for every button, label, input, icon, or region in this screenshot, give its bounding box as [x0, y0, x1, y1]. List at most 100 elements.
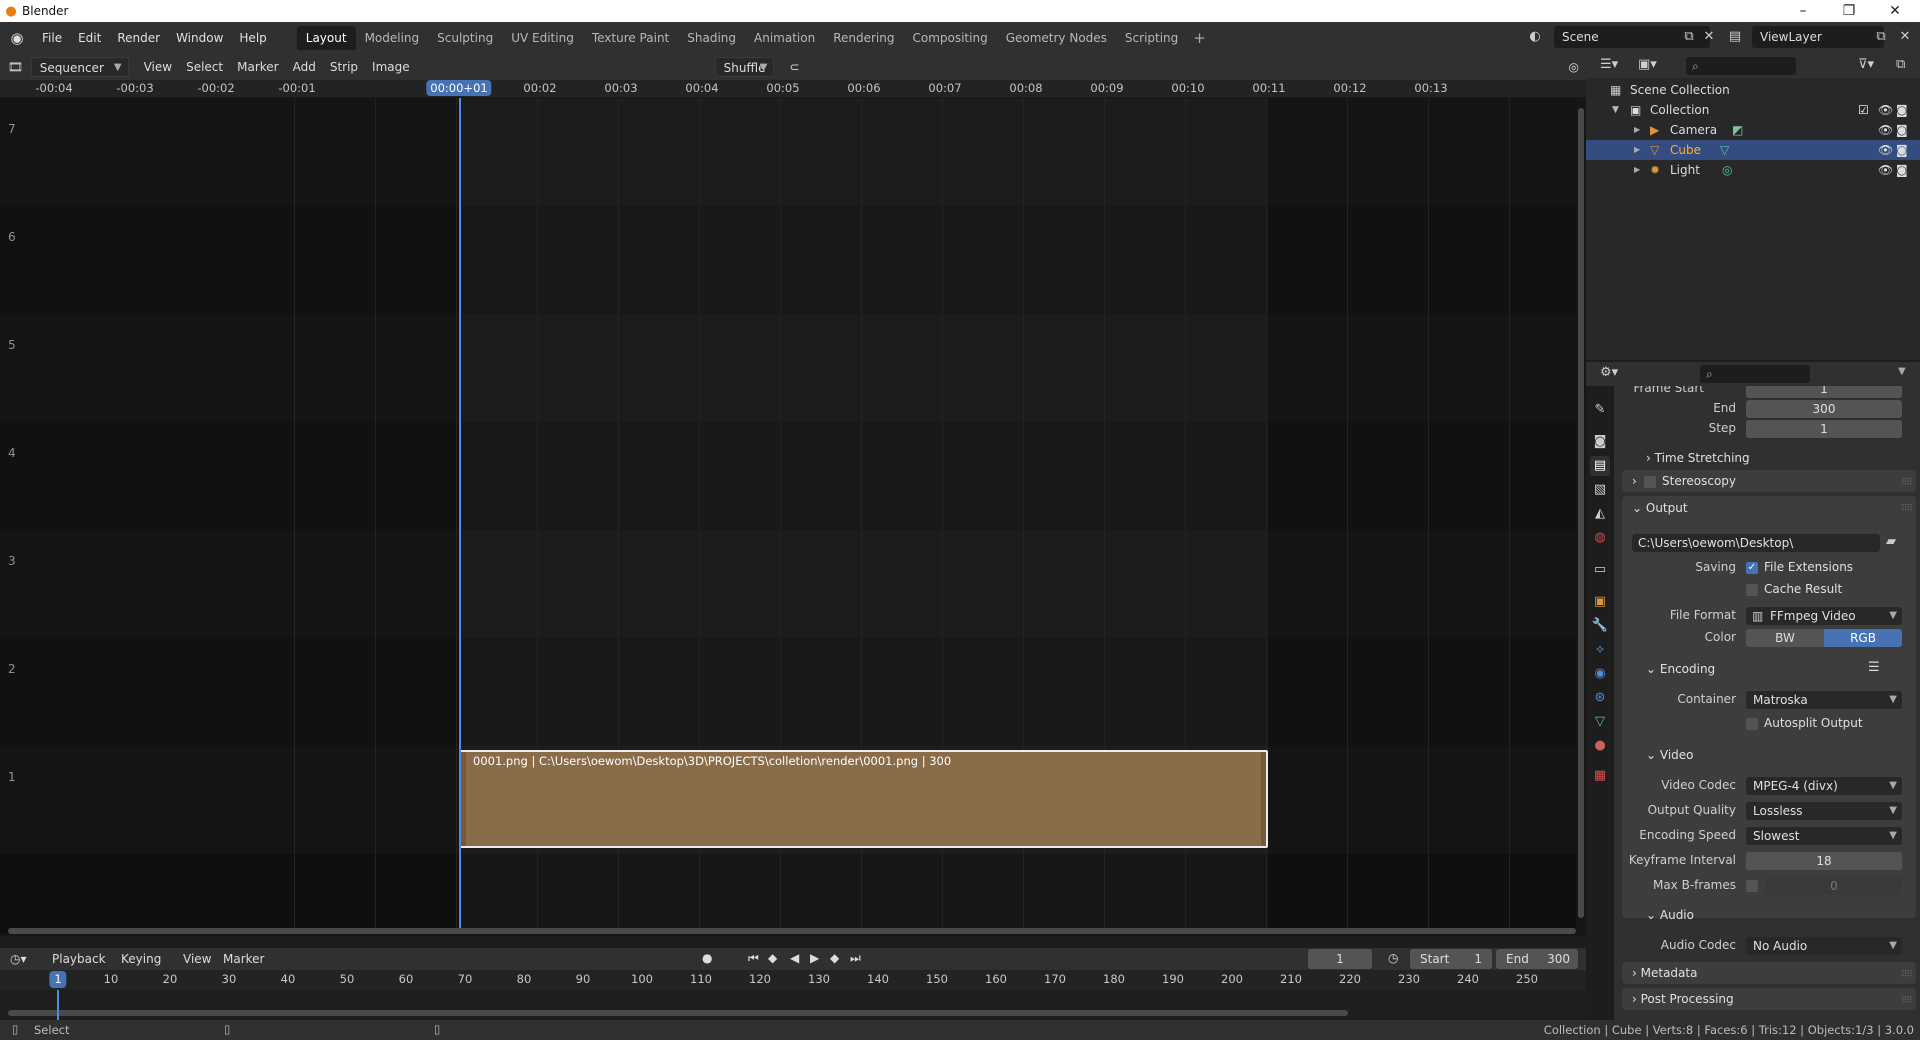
frame-end-field[interactable]: 300	[1746, 400, 1902, 418]
record-icon[interactable]: ●	[702, 951, 712, 965]
strip-right-handle[interactable]	[1261, 752, 1266, 846]
time-stretching-panel[interactable]: › Time Stretching	[1646, 451, 1750, 465]
data-tab-icon[interactable]: ▽	[1590, 712, 1610, 732]
material-tab-icon[interactable]: ●	[1590, 736, 1610, 756]
current-frame-field[interactable]: 1	[1308, 949, 1372, 969]
timeline-ruler[interactable]: 1 10 20 30 40 50 60 70 80 90 100 110 120 130 140 150 160…	[0, 970, 1586, 990]
tab-shading[interactable]: Shading	[678, 26, 745, 50]
jump-start-icon[interactable]: ⏮	[748, 951, 759, 966]
chevron-down-icon[interactable]: ▼	[1898, 366, 1906, 377]
eye-icon[interactable]: 👁	[1878, 120, 1893, 140]
color-rgb-button[interactable]: RGB	[1824, 629, 1902, 647]
autosplit-checkbox[interactable]	[1746, 718, 1758, 730]
filter-icon[interactable]: ⊽▾	[1858, 57, 1874, 72]
timeline-editor-icon[interactable]: ◷▾	[10, 949, 40, 969]
overlay-icon[interactable]: ◎	[1562, 57, 1586, 77]
stereoscopy-checkbox[interactable]	[1644, 476, 1656, 488]
tab-uv-editing[interactable]: UV Editing	[502, 26, 583, 50]
render-tab-icon[interactable]: ◙	[1590, 432, 1610, 452]
eye-icon[interactable]: 👁	[1878, 160, 1893, 180]
snap-icon[interactable]: ⊂	[782, 57, 806, 77]
object-tab-icon[interactable]: ▣	[1590, 592, 1610, 612]
display-mode-icon[interactable]: ▣▾	[1638, 57, 1657, 72]
drag-grip-icon[interactable]: ⠿⠿	[1901, 970, 1913, 980]
time-ruler[interactable]: -00:05-00:04-00:03-00:02-00:0100:0100:02…	[0, 80, 1586, 98]
tab-texture-paint[interactable]: Texture Paint	[583, 26, 678, 50]
play-icon[interactable]: ▶	[810, 951, 819, 965]
delete-view-layer-icon[interactable]: ✕	[1894, 27, 1916, 47]
view-layer-field[interactable]: ViewLayer	[1752, 26, 1884, 48]
output-quality-dropdown[interactable]: Lossless ▼	[1746, 802, 1902, 820]
timeline-current-frame[interactable]: 1	[49, 971, 67, 988]
expand-arrow-icon[interactable]: ▶	[1634, 160, 1640, 180]
output-header[interactable]: ⌄ Output	[1632, 501, 1688, 515]
tab-compositing[interactable]: Compositing	[903, 26, 996, 50]
current-time-indicator[interactable]: 00:00+01	[426, 80, 492, 96]
collection-tab-icon[interactable]: ▭	[1590, 560, 1610, 580]
container-dropdown[interactable]: Matroska ▼	[1746, 691, 1902, 709]
overlap-mode-dropdown[interactable]: Shuffle ▼	[714, 57, 775, 77]
tab-geometry-nodes[interactable]: Geometry Nodes	[997, 26, 1116, 50]
close-button[interactable]: ✕	[1872, 0, 1918, 22]
tab-modeling[interactable]: Modeling	[356, 26, 429, 50]
delete-scene-icon[interactable]: ✕	[1698, 27, 1720, 47]
collection-row[interactable]: ▼ ▣ Collection ☑ 👁 ◙	[1586, 100, 1920, 120]
menu-image[interactable]: Image	[365, 57, 417, 77]
sequencer-area[interactable]: 7 6 5 4 3 2 1 0001.png | C:\Users\oewom\Desktop…	[0, 98, 1586, 936]
metadata-header[interactable]: › Metadata	[1632, 966, 1697, 980]
encoding-speed-dropdown[interactable]: Slowest ▼	[1746, 827, 1902, 845]
menu-view[interactable]: View	[183, 949, 211, 969]
expand-arrow-icon[interactable]: ▼	[1612, 100, 1619, 120]
timeline-playhead[interactable]	[57, 990, 59, 1021]
menu-keying[interactable]: Keying	[121, 949, 161, 969]
particles-tab-icon[interactable]: ⟡	[1590, 640, 1610, 660]
keyframe-interval-field[interactable]: 18	[1746, 852, 1902, 870]
menu-select[interactable]: Select	[179, 57, 230, 77]
output-tab-icon[interactable]: ▤	[1590, 456, 1610, 476]
encoding-header[interactable]: ⌄ Encoding	[1646, 662, 1715, 676]
tab-animation[interactable]: Animation	[745, 26, 824, 50]
menu-marker[interactable]: Marker	[230, 57, 285, 77]
properties-editor-icon[interactable]: ⚙▾	[1600, 365, 1618, 380]
camera-render-icon[interactable]: ◙	[1896, 140, 1908, 160]
color-bw-button[interactable]: BW	[1746, 629, 1824, 647]
tool-tab-icon[interactable]: ✎	[1590, 400, 1610, 420]
scene-tab-icon[interactable]: ◭	[1590, 504, 1610, 524]
new-scene-icon[interactable]: ⧉	[1678, 27, 1700, 47]
properties-search-input[interactable]: ⌕	[1700, 365, 1810, 383]
menu-window[interactable]: Window	[168, 27, 231, 49]
menu-help[interactable]: Help	[231, 27, 274, 49]
drag-grip-icon[interactable]: ⠿⠿	[1901, 504, 1913, 514]
camera-render-icon[interactable]: ◙	[1896, 120, 1908, 140]
stereoscopy-header[interactable]: ›	[1632, 474, 1637, 488]
presets-list-icon[interactable]: ☰	[1868, 660, 1880, 675]
play-reverse-icon[interactable]: ◀	[790, 951, 799, 965]
timeline-body[interactable]	[0, 990, 1586, 1021]
camera-render-icon[interactable]: ◙	[1896, 160, 1908, 180]
frame-step-field[interactable]: 1	[1746, 420, 1902, 438]
expand-arrow-icon[interactable]: ▶	[1634, 140, 1640, 160]
eye-icon[interactable]: 👁	[1878, 140, 1893, 160]
timeline-scrollbar[interactable]	[8, 1010, 1348, 1016]
outliner-item-light[interactable]: ▶ ✹ Light ◎ 👁 ◙	[1586, 160, 1920, 180]
strip-left-handle[interactable]	[461, 752, 466, 846]
menu-add[interactable]: Add	[286, 57, 323, 77]
modifier-tab-icon[interactable]: 🔧	[1590, 616, 1610, 636]
video-codec-dropdown[interactable]: MPEG-4 (divx) ▼	[1746, 777, 1902, 795]
cache-result-checkbox[interactable]	[1746, 584, 1758, 596]
blender-menu-icon[interactable]: ◉	[0, 29, 34, 47]
scene-collection-row[interactable]: ▦ Scene Collection	[1586, 80, 1920, 100]
outliner-search-input[interactable]: ⌕	[1686, 57, 1796, 75]
image-strip[interactable]: 0001.png | C:\Users\oewom\Desktop\3D\PRO…	[459, 750, 1268, 848]
outliner-editor-icon[interactable]: ☰▾	[1600, 57, 1618, 72]
tab-layout[interactable]: Layout	[296, 26, 356, 50]
tab-sculpting[interactable]: Sculpting	[428, 26, 502, 50]
folder-icon[interactable]: ▰	[1886, 534, 1896, 549]
audio-header[interactable]: ⌄ Audio	[1646, 908, 1694, 922]
file-extensions-checkbox[interactable]: ✓	[1746, 562, 1758, 574]
expand-arrow-icon[interactable]: ▶	[1634, 120, 1640, 140]
drag-grip-icon[interactable]: ⠿⠿	[1901, 996, 1913, 1006]
menu-edit[interactable]: Edit	[70, 27, 109, 49]
post-processing-header[interactable]: › Post Processing	[1632, 992, 1734, 1006]
frame-start-field[interactable]: 1	[1746, 386, 1902, 398]
